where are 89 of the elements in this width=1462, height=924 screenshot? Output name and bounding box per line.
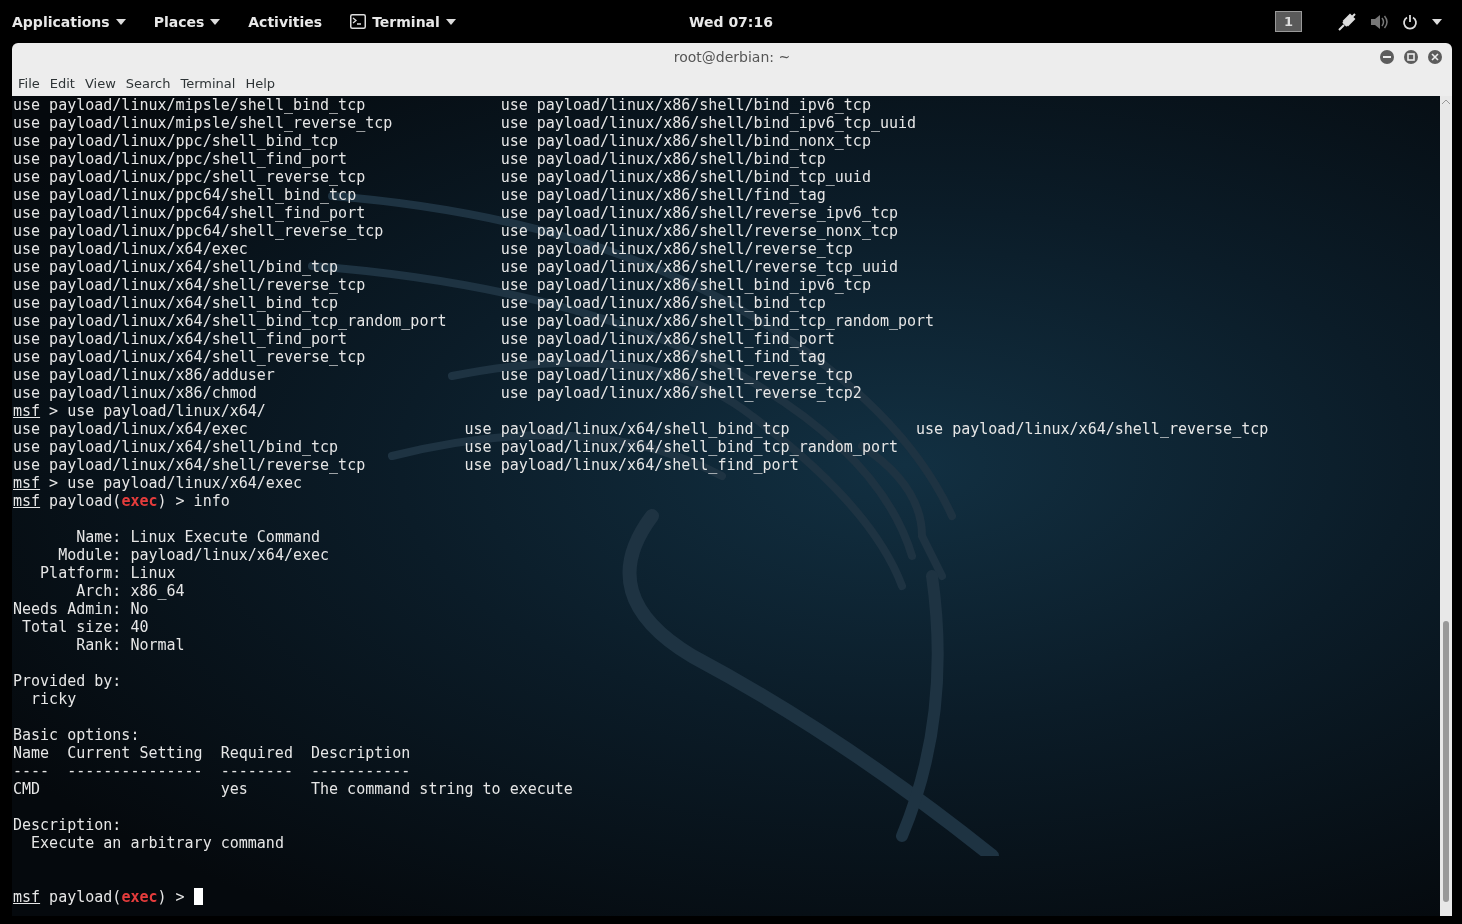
command-line: msf > use payload/linux/x64/ xyxy=(13,402,266,420)
terminal-text: Provided by: xyxy=(13,672,122,690)
terminal-text: use payload/linux/ppc/shell_find_port xyxy=(13,150,348,168)
window-title: root@derbian: ~ xyxy=(673,48,791,65)
command-line: msf > use payload/linux/x64/exec xyxy=(13,474,302,492)
terminal-text: use payload/linux/x64/shell/bind_tcp xyxy=(13,258,339,276)
terminal-text: use payload/linux/x64/shell_find_port xyxy=(464,456,799,474)
terminal-text: use payload/linux/x86/shell/reverse_tcp xyxy=(500,240,853,258)
terminal-text: yes xyxy=(220,780,248,798)
terminal-text: Needs Admin: No xyxy=(13,600,149,618)
terminal-text: Name xyxy=(13,744,50,762)
minimize-button[interactable] xyxy=(1379,49,1395,65)
clock[interactable]: Wed 07:16 xyxy=(689,13,773,30)
maximize-button[interactable] xyxy=(1403,49,1419,65)
panel-menu[interactable]: Activities xyxy=(248,9,323,34)
terminal-text: use payload/linux/x86/shell_bind_tcp_random_port xyxy=(500,312,935,330)
close-button[interactable] xyxy=(1427,49,1443,65)
terminal-text: Rank: Normal xyxy=(75,636,185,654)
terminal-text: use payload/linux/x86/shell_reverse_tcp xyxy=(500,366,853,384)
terminal-text: Execute an arbitrary command xyxy=(30,834,284,852)
terminal-text: use payload/linux/ppc64/shell_reverse_tcp xyxy=(13,222,384,240)
terminal-text: use payload/linux/x64/exec xyxy=(13,240,248,258)
terminal-text: ricky xyxy=(30,690,77,708)
terminal-text: use payload/linux/mipsle/shell_reverse_tcp xyxy=(13,114,393,132)
terminal-text: use payload/linux/x86/shell/reverse_nonx_tcp xyxy=(500,222,898,240)
menu-item[interactable]: Edit xyxy=(45,72,79,94)
terminal-text: use payload/linux/x86/shell_bind_tcp xyxy=(500,294,826,312)
workspace-indicator[interactable]: 1 xyxy=(1275,11,1302,32)
terminal-text: Total size: 40 xyxy=(21,618,149,636)
menu-item[interactable]: Search xyxy=(121,72,175,94)
terminal-text: use payload/linux/x64/exec xyxy=(13,420,248,438)
terminal-text: use payload/linux/x86/shell/bind_tcp xyxy=(500,150,826,168)
terminal-text: The command string to execute xyxy=(311,780,573,798)
terminal-text: Module: payload/linux/x64/exec xyxy=(57,546,330,564)
terminal-text: ---- xyxy=(13,762,50,780)
terminal-text: Arch: x86_64 xyxy=(75,582,185,600)
command-line: msf payload(exec) > info xyxy=(13,492,230,510)
terminal-text: use payload/linux/x64/shell_reverse_tcp xyxy=(13,348,366,366)
terminal-text: use payload/linux/ppc64/shell_bind_tcp xyxy=(13,186,357,204)
terminal-text: Description: xyxy=(13,816,122,834)
panel-menu[interactable]: Terminal xyxy=(350,9,456,34)
scrollbar-thumb[interactable] xyxy=(1443,621,1449,902)
terminal-text: Platform: Linux xyxy=(39,564,176,582)
terminal-text: use payload/linux/x86/shell/bind_ipv6_tcp xyxy=(500,96,871,114)
terminal-text: -------- xyxy=(220,762,293,780)
terminal-text: Name: Linux Execute Command xyxy=(75,528,321,546)
terminal-text: use payload/linux/x64/shell_bind_tcp xyxy=(464,420,790,438)
terminal-text: use payload/linux/ppc64/shell_find_port xyxy=(13,204,366,222)
terminal-text: use payload/linux/x64/shell_bind_tcp xyxy=(13,294,339,312)
menu-item[interactable]: Help xyxy=(241,72,280,94)
menu-item[interactable]: File xyxy=(14,72,44,94)
terminal-text: Description xyxy=(311,744,411,762)
terminal-text: use payload/linux/x64/shell_find_port xyxy=(13,330,348,348)
terminal-text: use payload/linux/ppc/shell_reverse_tcp xyxy=(13,168,366,186)
terminal-text: use payload/linux/x64/shell/reverse_tcp xyxy=(13,276,366,294)
terminal-text: Required xyxy=(220,744,293,762)
terminal-text: use payload/linux/x64/shell_reverse_tcp xyxy=(916,420,1269,438)
panel-menu[interactable]: Applications xyxy=(12,9,126,34)
network-icon[interactable] xyxy=(1338,12,1356,31)
terminal-text: use payload/linux/x86/shell/bind_ipv6_tcp_uuid xyxy=(500,114,917,132)
terminal-text: use payload/linux/x64/shell_bind_tcp_random_port xyxy=(464,438,898,456)
terminal-text: use payload/linux/x86/shell/reverse_tcp_uuid xyxy=(500,258,898,276)
terminal-text: use payload/linux/x86/chmod xyxy=(13,384,257,402)
terminal-text: use payload/linux/x86/shell_bind_ipv6_tcp xyxy=(500,276,871,294)
terminal-text: use payload/linux/x86/shell_reverse_tcp2 xyxy=(500,384,862,402)
terminal-text: CMD xyxy=(13,780,41,798)
terminal-text: use payload/linux/x64/shell/reverse_tcp xyxy=(13,456,366,474)
command-line: msf payload(exec) > xyxy=(13,888,186,906)
terminal-text: use payload/linux/x86/shell/find_tag xyxy=(500,186,826,204)
panel-menu[interactable]: Places xyxy=(153,9,221,34)
terminal-text: use payload/linux/x86/shell/bind_tcp_uuid xyxy=(500,168,871,186)
terminal-text: use payload/linux/mipsle/shell_bind_tcp xyxy=(13,96,366,114)
terminal-text: use payload/linux/x86/shell_find_port xyxy=(500,330,835,348)
power-icon[interactable] xyxy=(1402,13,1418,30)
volume-icon[interactable] xyxy=(1370,13,1388,30)
terminal-text: use payload/linux/x64/shell_bind_tcp_random_port xyxy=(13,312,447,330)
terminal-text: use payload/linux/x86/shell/bind_nonx_tcp xyxy=(500,132,871,150)
menu-item[interactable]: Terminal xyxy=(176,72,240,94)
terminal-text: ----------- xyxy=(311,762,411,780)
terminal-text: Basic options: xyxy=(13,726,140,744)
caret-icon xyxy=(1432,18,1442,25)
terminal-text: Current Setting xyxy=(67,744,203,762)
terminal-text: use payload/linux/x86/adduser xyxy=(13,366,275,384)
terminal-text: use payload/linux/x86/shell_find_tag xyxy=(500,348,826,366)
menu-item[interactable]: View xyxy=(80,72,120,94)
terminal-text: use payload/linux/ppc/shell_bind_tcp xyxy=(13,132,339,150)
terminal-text: use payload/linux/x64/shell/bind_tcp xyxy=(13,438,339,456)
terminal-text: --------------- xyxy=(67,762,203,780)
terminal-text: use payload/linux/x86/shell/reverse_ipv6_tcp xyxy=(500,204,898,222)
